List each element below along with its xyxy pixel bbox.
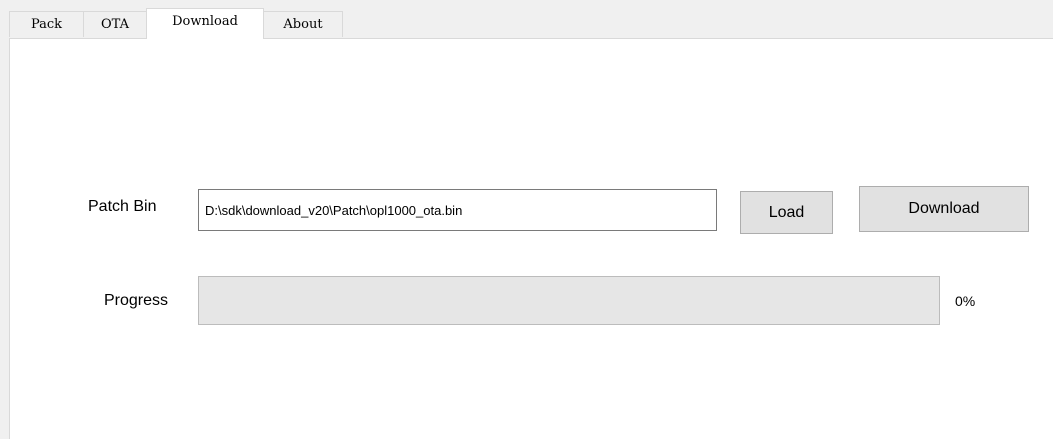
- download-button[interactable]: Download: [859, 186, 1029, 232]
- tab-ota[interactable]: OTA: [83, 11, 147, 37]
- load-button[interactable]: Load: [740, 191, 833, 234]
- tab-pack[interactable]: Pack: [9, 11, 84, 37]
- tab-download[interactable]: Download: [146, 8, 264, 39]
- patch-bin-label: Patch Bin: [88, 198, 157, 215]
- tab-strip: Pack OTA Download About: [0, 0, 1053, 39]
- progress-percent: 0%: [955, 293, 976, 309]
- app-window: Pack OTA Download About Patch Bin Load D…: [0, 0, 1053, 439]
- patch-bin-path-field[interactable]: [198, 189, 717, 231]
- progress-bar: [198, 276, 940, 325]
- download-panel: [9, 38, 1053, 439]
- tab-about[interactable]: About: [263, 11, 343, 37]
- progress-label: Progress: [104, 292, 169, 309]
